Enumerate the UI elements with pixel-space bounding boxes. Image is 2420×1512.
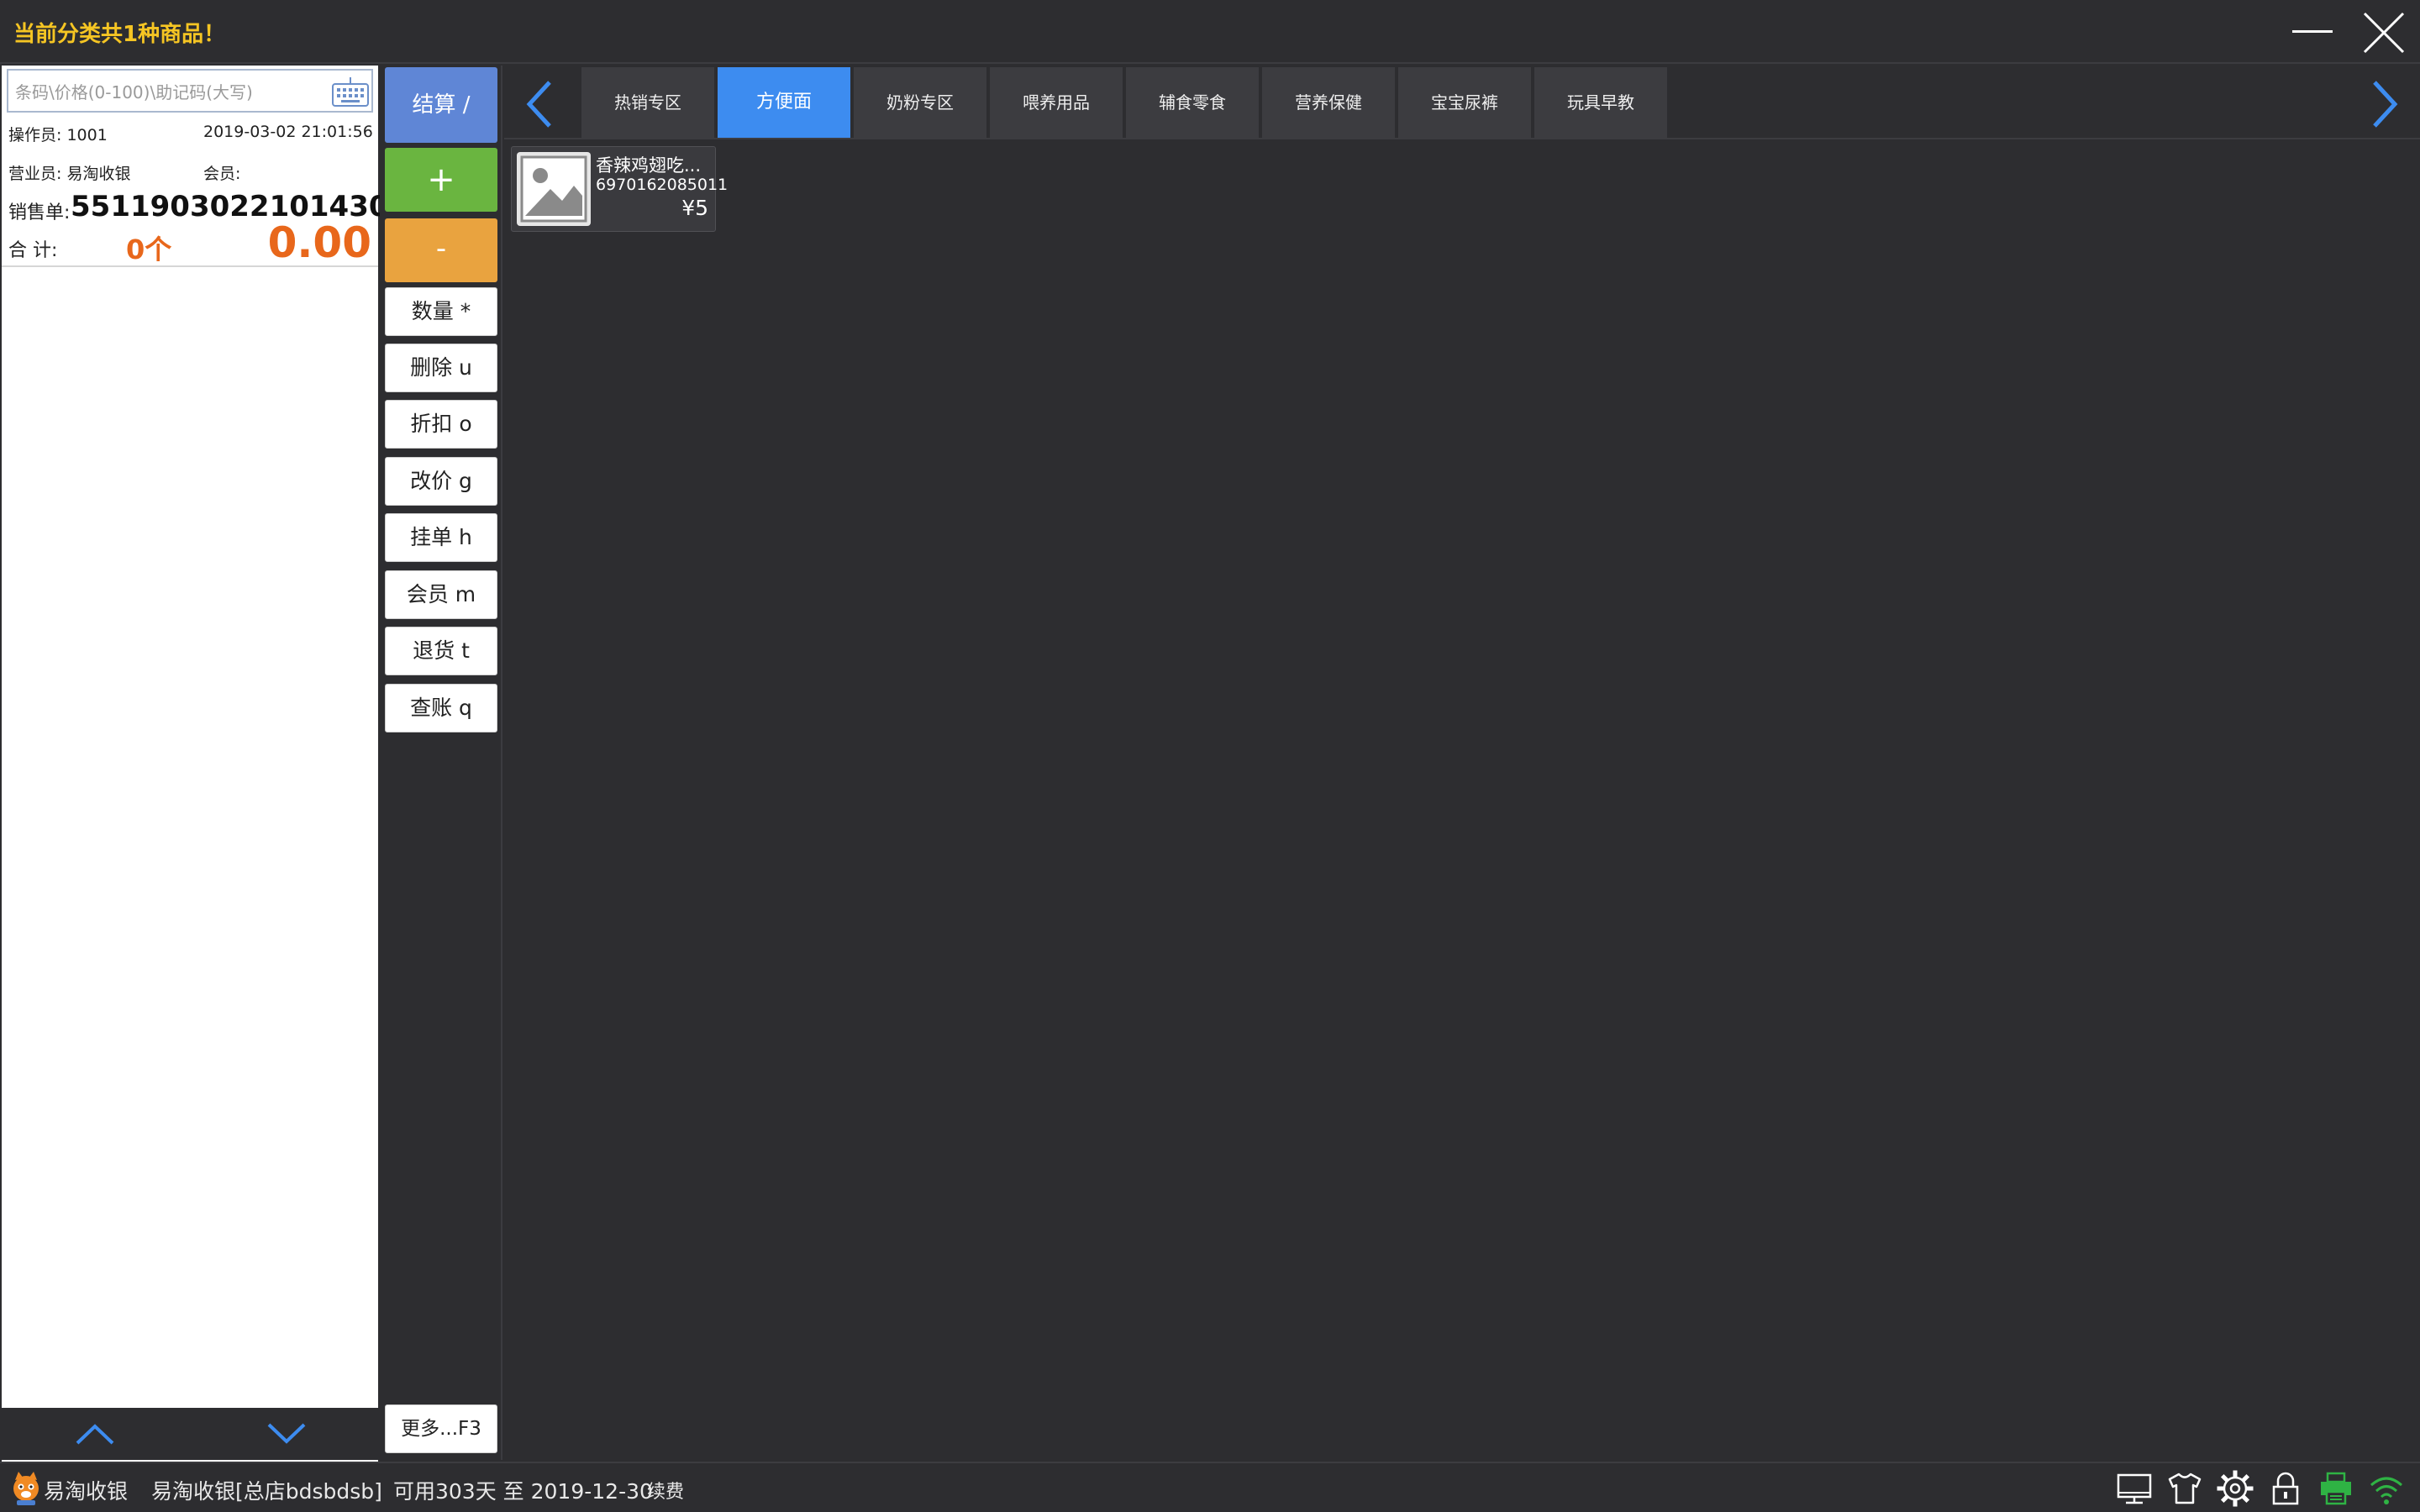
monitor-icon[interactable]	[2116, 1470, 2153, 1507]
sale-number-label: 销售单:	[8, 202, 71, 223]
order-item-list[interactable]	[2, 267, 378, 1475]
change-price-button[interactable]: 改价 g	[385, 457, 497, 506]
member-button[interactable]: 会员 m	[385, 570, 497, 619]
product-name: 香辣鸡翅吃...	[596, 155, 702, 176]
shirt-icon[interactable]	[2166, 1470, 2203, 1507]
total-count: 0个	[126, 234, 172, 265]
action-column: 结算 / + - 数量 * 删除 u 折扣 o 改价 g 挂单 h 会员 m 退…	[380, 66, 502, 1460]
tab-instant-noodles[interactable]: 方便面	[718, 67, 850, 138]
tab-feeding-supplies[interactable]: 喂养用品	[990, 67, 1123, 138]
keyboard-icon[interactable]	[331, 76, 370, 108]
hold-order-button[interactable]: 挂单 h	[385, 513, 497, 562]
operator-label: 操作员: 1001	[8, 126, 108, 144]
tab-baby-food-snacks[interactable]: 辅食零食	[1126, 67, 1259, 138]
tab-baby-diapers[interactable]: 宝宝尿裤	[1398, 67, 1531, 138]
gear-icon[interactable]	[2217, 1470, 2254, 1507]
sale-number: 551190302210143001	[71, 190, 429, 223]
tab-toys-education[interactable]: 玩具早教	[1534, 67, 1667, 138]
minimize-icon[interactable]	[2292, 30, 2333, 33]
logo-icon	[13, 1472, 39, 1505]
image-placeholder-icon	[517, 152, 591, 226]
search-input[interactable]	[13, 76, 328, 109]
license-days: 可用303天 至 2019-12-30	[393, 1479, 653, 1504]
chevron-down-icon[interactable]	[264, 1420, 309, 1448]
more-button[interactable]: 更多...F3	[385, 1404, 497, 1453]
tab-nutrition-health[interactable]: 营养保健	[1262, 67, 1395, 138]
close-icon[interactable]	[2361, 10, 2407, 55]
total-amount: 0.00	[267, 218, 371, 267]
chevron-left-icon[interactable]	[523, 77, 556, 131]
renew-link[interactable]: 续费	[647, 1477, 684, 1504]
product-card[interactable]: 香辣鸡翅吃... 6970162085011 ¥5	[511, 146, 728, 232]
app-name: 易淘收银	[44, 1479, 129, 1504]
printer-icon[interactable]	[2317, 1470, 2354, 1507]
checkout-button[interactable]: 结算 /	[385, 67, 497, 143]
increase-button[interactable]: +	[385, 148, 497, 212]
return-button[interactable]: 退货 t	[385, 627, 497, 675]
title-bar: 当前分类共1种商品！	[0, 0, 2420, 64]
clerk-label: 营业员: 易淘收银	[8, 165, 131, 183]
lock-icon[interactable]	[2267, 1470, 2304, 1507]
quantity-button[interactable]: 数量 *	[385, 287, 497, 336]
member-label: 会员:	[203, 165, 241, 183]
wifi-icon[interactable]	[2368, 1470, 2405, 1507]
product-code: 6970162085011	[596, 176, 729, 194]
search-box	[7, 69, 373, 113]
discount-button[interactable]: 折扣 o	[385, 400, 497, 449]
delete-button[interactable]: 删除 u	[385, 344, 497, 392]
category-bar: 热销专区 方便面 奶粉专区 喂养用品 辅食零食 营养保健 宝宝尿裤 玩具早教	[504, 66, 2420, 139]
order-scroll-bar	[2, 1408, 378, 1460]
tab-milk-powder[interactable]: 奶粉专区	[854, 67, 986, 138]
store-name: 易淘收银[总店bdsbdsb]	[151, 1479, 382, 1504]
status-bar: 易淘收银 易淘收银[总店bdsbdsb] 可用303天 至 2019-12-30…	[0, 1462, 2420, 1512]
product-grid: 香辣鸡翅吃... 6970162085011 ¥5	[504, 141, 2420, 1460]
datetime-label: 2019-03-02 21:01:56	[203, 123, 373, 141]
total-label: 合 计:	[8, 240, 58, 261]
order-panel: 操作员: 1001 2019-03-02 21:01:56 营业员: 易淘收银 …	[2, 66, 429, 1475]
tab-hot-sale[interactable]: 热销专区	[581, 67, 714, 138]
chevron-up-icon[interactable]	[72, 1420, 118, 1448]
decrease-button[interactable]: -	[385, 218, 497, 282]
chevron-right-icon[interactable]	[2368, 77, 2402, 131]
product-price: ¥5	[681, 196, 708, 220]
check-account-button[interactable]: 查账 q	[385, 684, 497, 732]
window-title: 当前分类共1种商品！	[13, 22, 226, 47]
